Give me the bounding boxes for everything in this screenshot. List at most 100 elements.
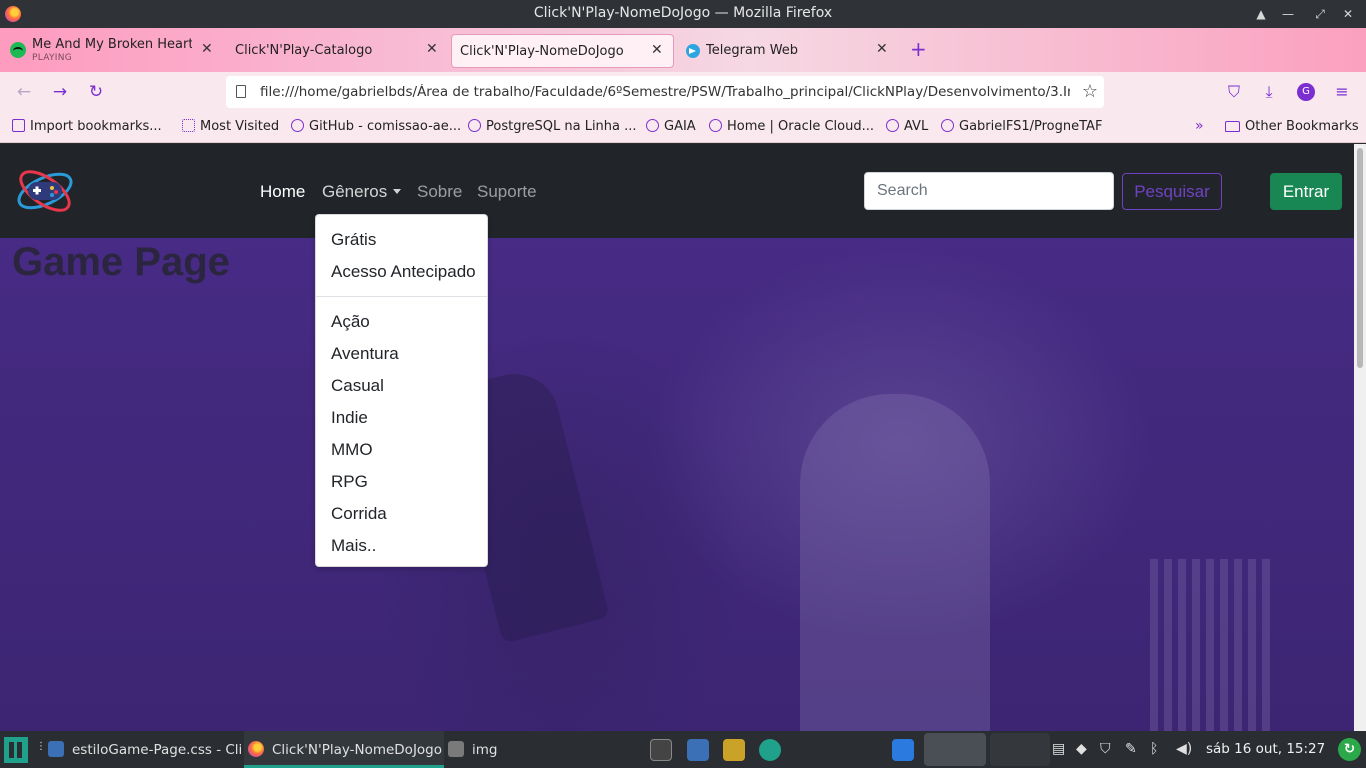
keep-above-icon[interactable]: ▲ [1251,4,1271,24]
login-button[interactable]: Entrar [1270,173,1342,210]
url-bar[interactable]: file:///home/gabrielbds/Área de trabalho… [226,76,1104,108]
dropdown-divider [316,296,487,297]
url-text[interactable]: file:///home/gabrielbds/Área de trabalho… [260,84,1070,100]
close-tab-icon[interactable]: ✕ [651,42,663,58]
dropdown-item-gratis[interactable]: Grátis [316,224,487,256]
forward-icon[interactable]: → [49,81,71,103]
shield-icon[interactable]: ⛉ [1100,741,1111,757]
bookmark-github[interactable]: GitHub - comissao-ae... [291,119,461,134]
task-label: Click'N'Play-NomeDoJogo ... [272,742,444,758]
close-icon[interactable]: ✕ [1338,4,1358,24]
clipboard-icon[interactable]: ▤ [1052,741,1065,757]
back-icon[interactable]: ← [13,81,35,103]
bookmark-label: Most Visited [200,119,280,134]
bookmark-avl[interactable]: AVL [886,119,928,134]
drag-handle-icon[interactable]: ⋮ [36,741,46,752]
tab-spotify[interactable]: Me And My Broken Heart · Rixton PLAYING … [0,34,222,68]
scrollbar-thumb[interactable] [1357,148,1363,368]
nav-sobre[interactable]: Sobre [417,182,462,202]
dropdown-item-corrida[interactable]: Corrida [316,498,487,530]
tab-strip: Me And My Broken Heart · Rixton PLAYING … [0,28,1366,72]
folder-icon [1225,121,1240,132]
download-icon[interactable]: ⤓ [1259,82,1279,102]
globe-icon [468,119,481,132]
dropdown-item-acesso-antecipado[interactable]: Acesso Antecipado [316,256,487,288]
window-title: Click'N'Play-NomeDoJogo — Mozilla Firefo… [533,5,833,21]
paperclip-icon[interactable]: ✎ [1125,741,1137,757]
tab-label: Click'N'Play-Catalogo [235,43,373,58]
wifi-icon[interactable]: ◆ [1076,741,1087,757]
account-icon[interactable]: G [1297,83,1315,101]
close-tab-icon[interactable]: ✕ [201,41,213,57]
reload-icon[interactable]: ↻ [85,81,107,103]
tab-catalogo[interactable]: Click'N'Play-Catalogo ✕ [226,34,448,68]
dropdown-item-rpg[interactable]: RPG [316,466,487,498]
spotify-icon [10,42,26,58]
nav-generos-dropdown[interactable]: Gêneros [322,182,401,202]
files-icon[interactable] [723,739,745,761]
search-button[interactable]: Pesquisar [1122,173,1222,210]
other-bookmarks[interactable]: Other Bookmarks [1225,119,1359,134]
start-menu-icon[interactable] [4,737,28,763]
bookmark-gaia[interactable]: GAIA [646,119,696,134]
background-window [1150,559,1270,731]
dropdown-item-acao[interactable]: Ação [316,306,487,338]
bluetooth-icon[interactable]: ᛒ [1150,741,1158,757]
dropdown-item-mmo[interactable]: MMO [316,434,487,466]
bookmark-prognetaf[interactable]: GabrielFS1/PrognеTAF [941,119,1102,134]
page-scrollbar[interactable] [1354,144,1366,731]
close-tab-icon[interactable]: ✕ [876,41,888,57]
tab-telegram[interactable]: Telegram Web ✕ [676,34,898,68]
menu-icon[interactable]: ≡ [1332,82,1352,101]
navigation-toolbar: ← → ↻ file:///home/gabrielbds/Área de tr… [0,72,1366,112]
taskbar-task-folder[interactable]: img [448,731,528,768]
terminal-icon[interactable] [650,739,672,761]
pocket-icon[interactable]: ⛉ [1224,82,1244,102]
tab-label: Click'N'Play-NomeDoJogo [460,44,624,59]
background-door [800,394,990,731]
bookmark-label: PostgreSQL na Linha ... [486,119,637,134]
editor-icon [48,741,64,757]
close-tab-icon[interactable]: ✕ [426,41,438,57]
dropdown-item-indie[interactable]: Indie [316,402,487,434]
telegram-icon [686,44,700,58]
bookmark-oracle[interactable]: Home | Oracle Cloud... [709,119,874,134]
nav-suporte[interactable]: Suporte [477,182,537,202]
globe-icon [886,119,899,132]
site-navbar: Home Gêneros Sobre Suporte Pesquisar Ent… [0,144,1354,238]
dropdown-item-mais[interactable]: Mais.. [316,530,487,562]
tab-label: Me And My Broken Heart · Rixton [32,37,192,52]
dropdown-item-aventura[interactable]: Aventura [316,338,487,370]
clock[interactable]: sáb 16 out, 15:27 [1206,741,1325,757]
bookmark-label: GabrielFS1/PrognеTAF [959,119,1103,134]
globe-icon [291,119,304,132]
tab-label: Telegram Web [706,43,799,58]
desktop-1-icon[interactable] [892,739,914,761]
bookmark-postgresql[interactable]: PostgreSQL na Linha ... [468,119,637,134]
chevron-right-icon[interactable]: » [1195,118,1204,134]
minimize-icon[interactable]: — [1278,4,1298,24]
new-tab-icon[interactable]: + [910,39,927,59]
task-label: img [472,742,498,758]
bookmark-star-icon[interactable]: ☆ [1082,81,1098,102]
update-icon[interactable]: ↻ [1338,738,1361,761]
taskbar-task-firefox[interactable]: Click'N'Play-NomeDoJogo ... [244,731,444,768]
dropdown-item-casual[interactable]: Casual [316,370,487,402]
nav-home[interactable]: Home [260,182,305,202]
restore-icon[interactable]: ⤢ [1310,4,1330,24]
search-input[interactable] [864,172,1114,210]
folder-icon [448,741,464,757]
volume-icon[interactable]: ◀) [1176,741,1192,757]
text-editor-icon[interactable] [687,739,709,761]
settings-icon[interactable] [759,739,781,761]
taskbar-task-editor[interactable]: estiloGame-Page.css - Clic... [48,731,242,768]
desktop-3-icon[interactable] [990,733,1050,766]
import-icon [12,119,25,132]
tab-nomedojogo[interactable]: Click'N'Play-NomeDoJogo ✕ [451,34,674,68]
genres-dropdown-menu: Grátis Acesso Antecipado Ação Aventura C… [315,214,488,567]
firefox-icon [248,741,264,757]
site-logo[interactable] [14,160,76,220]
bookmark-import[interactable]: Import bookmarks... [12,119,162,134]
desktop-2-icon[interactable] [924,733,986,766]
bookmark-most-visited[interactable]: Most Visited [182,119,279,134]
